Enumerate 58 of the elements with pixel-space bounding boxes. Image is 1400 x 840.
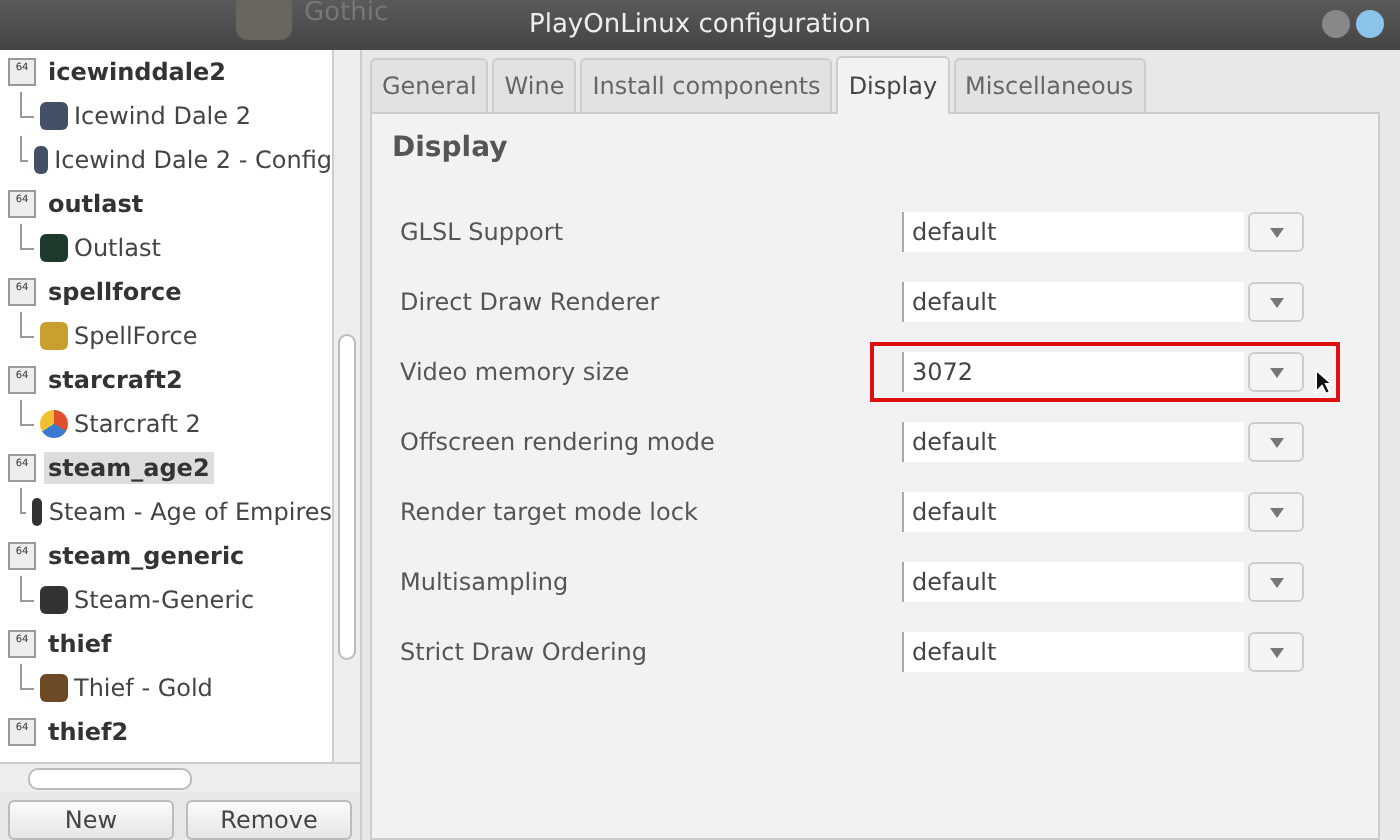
tree-item[interactable]: Outlast xyxy=(74,234,161,262)
minimize-button[interactable] xyxy=(1322,10,1350,38)
tree-item[interactable]: Icewind Dale 2 xyxy=(74,102,251,130)
caret-icon xyxy=(1269,297,1283,307)
caret-icon xyxy=(1269,507,1283,517)
button[interactable]: New xyxy=(8,800,174,840)
tab[interactable]: Display xyxy=(836,56,950,114)
horizontal-scrollbar[interactable] xyxy=(0,764,360,792)
setting-label: Offscreen rendering mode xyxy=(398,428,717,456)
setting-label: Strict Draw Ordering xyxy=(398,638,650,666)
setting-label: Render target mode lock xyxy=(398,498,700,526)
caret-icon xyxy=(1269,577,1283,587)
vertical-scrollbar[interactable] xyxy=(332,50,360,762)
tab[interactable]: Install components xyxy=(580,58,833,112)
combo-field[interactable]: default xyxy=(902,282,1244,322)
tab[interactable]: Wine xyxy=(492,58,577,112)
tree-item[interactable]: SpellForce xyxy=(74,322,198,350)
tree-item[interactable]: thief2 xyxy=(44,716,133,748)
cursor-icon xyxy=(1314,368,1334,396)
tree-item[interactable]: Steam - Age of Empires xyxy=(48,498,332,526)
tree-item[interactable]: steam_generic xyxy=(44,540,249,572)
tree-item[interactable]: steam_age2 xyxy=(44,452,214,484)
setting-label: Video memory size xyxy=(398,358,632,386)
tree-item[interactable]: Icewind Dale 2 - Config xyxy=(54,146,332,174)
tab[interactable]: General xyxy=(370,58,489,112)
combo-field[interactable]: 3072 xyxy=(902,352,1244,392)
combo-field[interactable]: default xyxy=(902,212,1244,252)
tree-item[interactable]: spellforce xyxy=(44,276,186,308)
tab[interactable]: Miscellaneous xyxy=(953,58,1146,112)
combo-field[interactable]: default xyxy=(902,632,1244,672)
button[interactable]: Remove xyxy=(186,800,352,840)
caret-icon xyxy=(1269,367,1283,377)
dropdown-button[interactable] xyxy=(1248,492,1304,532)
caret-icon xyxy=(1269,647,1283,657)
dropdown-button[interactable] xyxy=(1248,212,1304,252)
dropdown-button[interactable] xyxy=(1248,422,1304,462)
tree-item[interactable]: thief xyxy=(44,628,116,660)
dropdown-button[interactable] xyxy=(1248,562,1304,602)
combo-field[interactable]: default xyxy=(902,562,1244,602)
panel-heading: Display xyxy=(392,132,510,164)
tree-item[interactable]: Thief - Gold xyxy=(74,674,213,702)
caret-icon xyxy=(1269,437,1283,447)
tree-item[interactable]: icewinddale2 xyxy=(44,56,230,88)
tree-item[interactable]: Steam-Generic xyxy=(74,586,255,614)
combo-field[interactable]: default xyxy=(902,492,1244,532)
setting-label: GLSL Support xyxy=(398,218,566,246)
tree-item[interactable]: Starcraft 2 xyxy=(74,410,201,438)
setting-label: Multisampling xyxy=(398,568,571,596)
window-title: PlayOnLinux configuration xyxy=(529,10,871,40)
tree-item[interactable]: starcraft2 xyxy=(44,364,187,396)
combo-field[interactable]: default xyxy=(902,422,1244,462)
dropdown-button[interactable] xyxy=(1248,632,1304,672)
tree-item[interactable]: outlast xyxy=(44,188,148,220)
dropdown-button[interactable] xyxy=(1248,352,1304,392)
close-button[interactable] xyxy=(1356,10,1384,38)
setting-label: Direct Draw Renderer xyxy=(398,288,662,316)
dropdown-button[interactable] xyxy=(1248,282,1304,322)
caret-icon xyxy=(1269,227,1283,237)
